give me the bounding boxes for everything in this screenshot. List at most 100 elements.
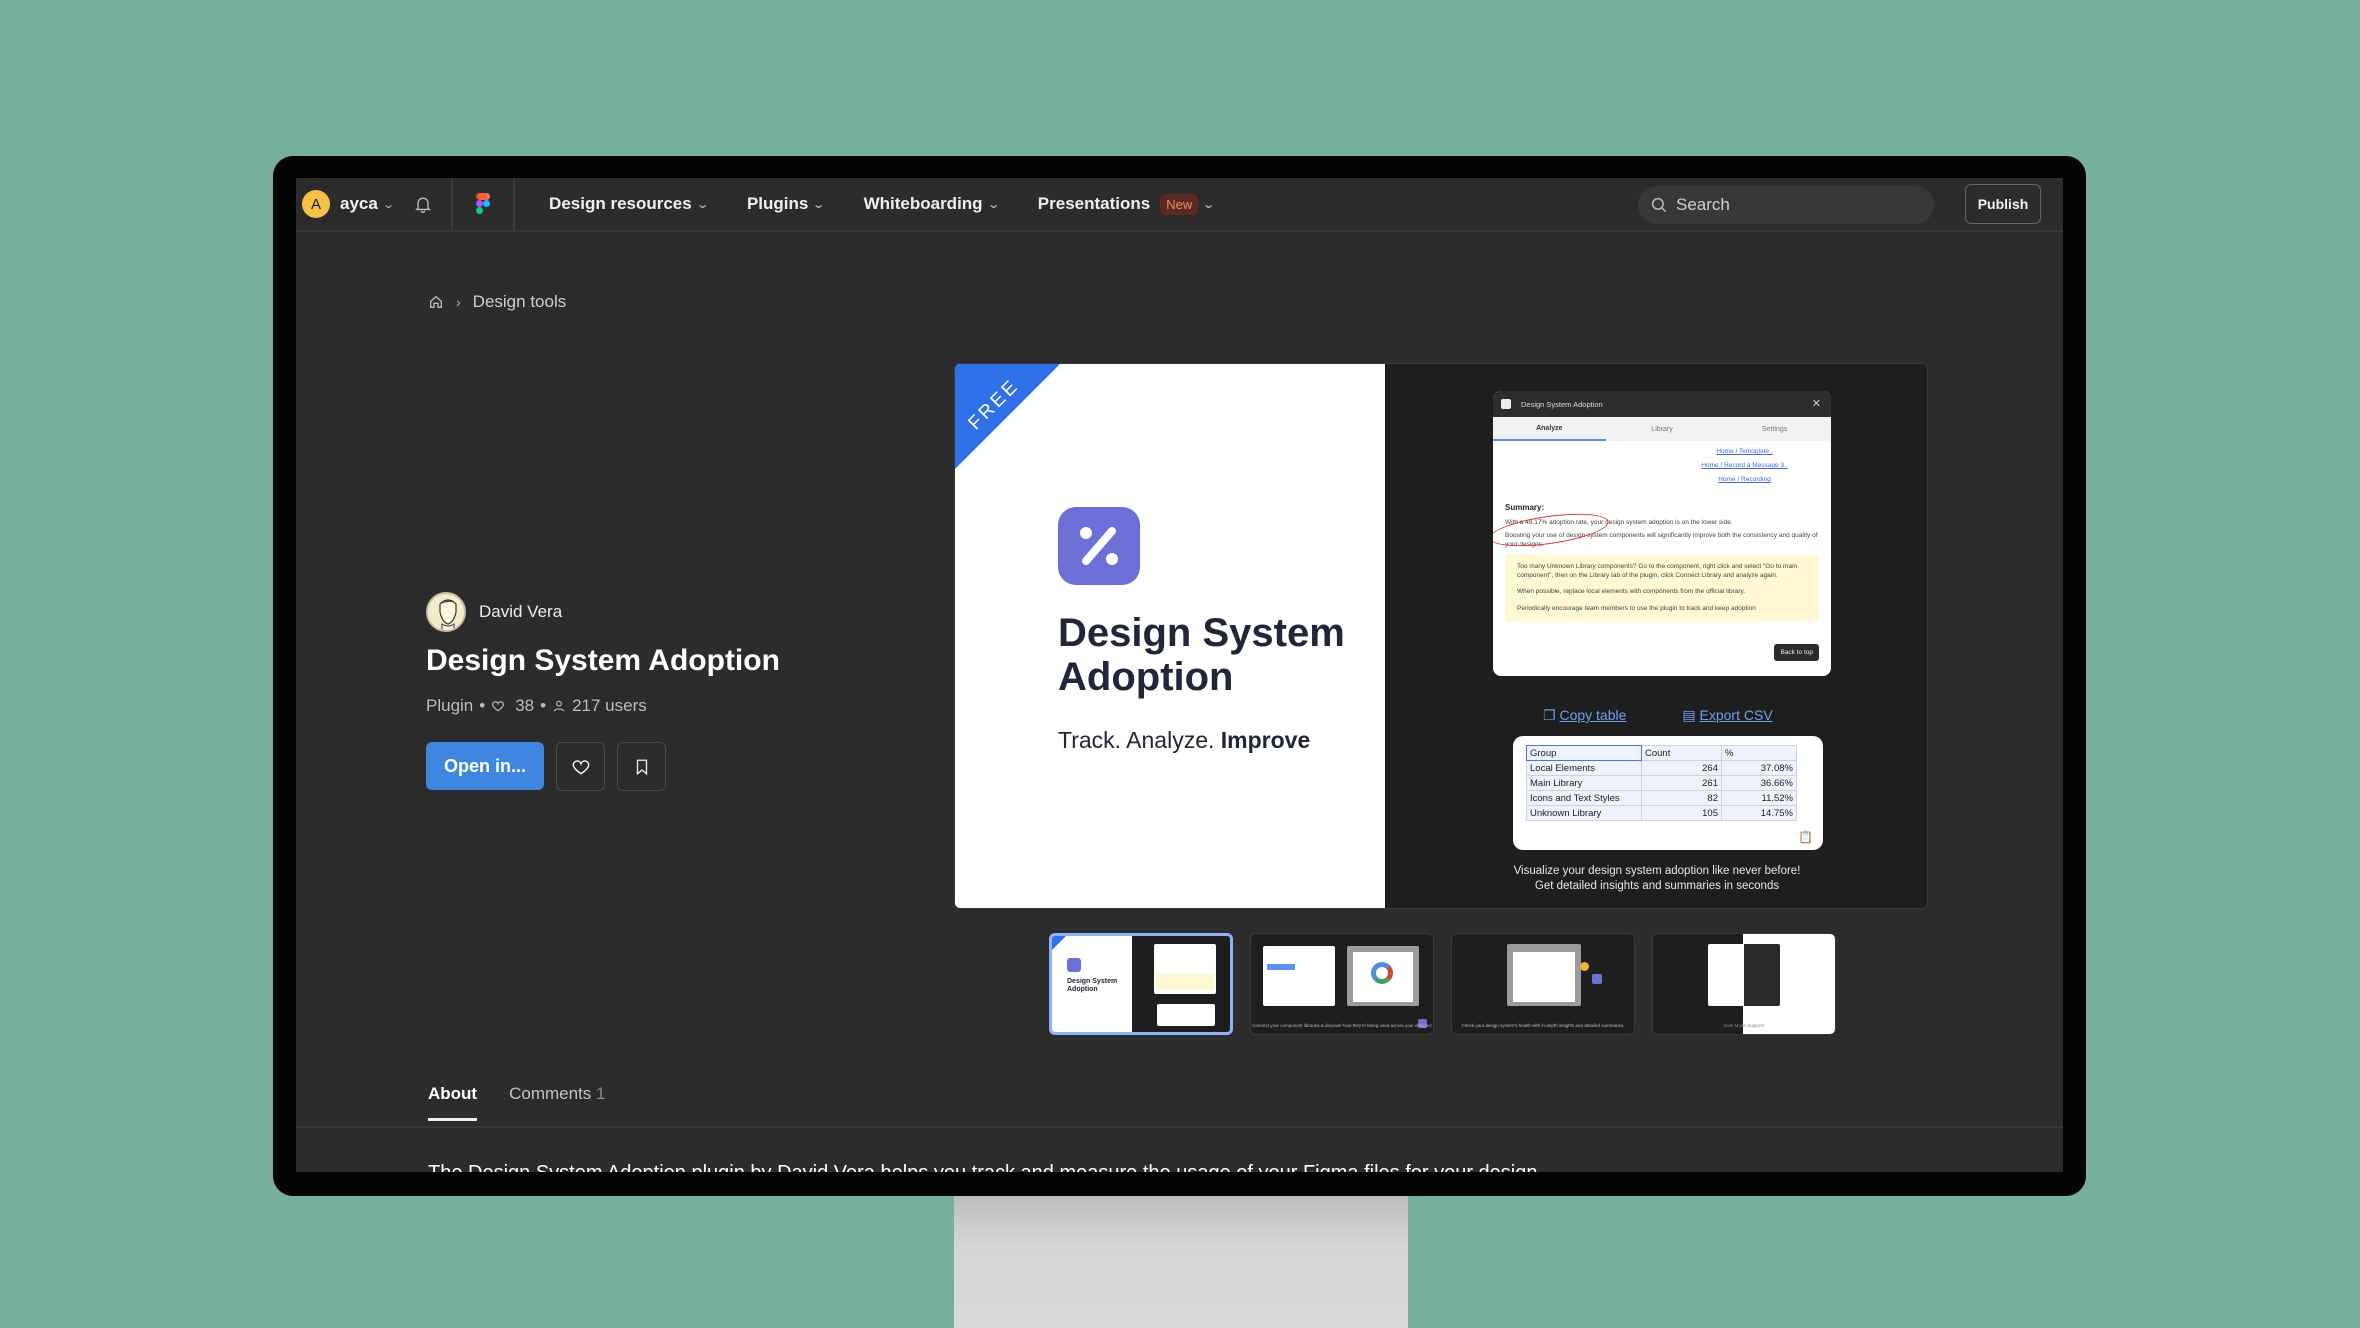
preview-image[interactable]: FREE Design System Adoption Track. Analy…: [954, 363, 1928, 909]
table-row: Main Library 261 36.66%: [1526, 775, 1797, 791]
thumb-yellow: [1156, 974, 1214, 990]
user-menu[interactable]: A ayca ⌄: [296, 178, 433, 230]
mockup-back-to-top: Back to top: [1774, 644, 1819, 661]
caption-line: Get detailed insights and summaries in s…: [1534, 880, 1780, 892]
table-header: Count: [1641, 745, 1722, 761]
tagline-bold: Improve: [1220, 727, 1311, 753]
table-actions: ❐ Copy table ▤ Export CSV: [1543, 707, 1773, 724]
table-cell: Main Library: [1526, 775, 1642, 791]
bookmark-icon: [636, 759, 647, 775]
thumb-modal: [1513, 952, 1575, 1002]
preview-cover: FREE Design System Adoption Track. Analy…: [955, 364, 1385, 908]
table-cell: 37.08%: [1721, 760, 1797, 776]
chevron-down-icon: ⌄: [381, 198, 395, 211]
monitor-stand: [954, 1190, 1408, 1328]
mockup-title: Design System Adoption: [1521, 399, 1603, 409]
bell-icon[interactable]: [413, 194, 433, 214]
mockup-summary-heading: Summary:: [1505, 503, 1545, 512]
thumb-ribbon: [1052, 936, 1066, 950]
thumb-window: [1708, 944, 1780, 1006]
author[interactable]: David Vera: [426, 592, 562, 632]
emoji-icon: [1580, 962, 1589, 971]
author-avatar[interactable]: [426, 592, 466, 632]
table-cell: 82: [1641, 790, 1722, 806]
thumb-title: Design System Adoption: [1067, 978, 1118, 993]
author-name[interactable]: David Vera: [479, 602, 562, 622]
chevron-down-icon: ⌄: [986, 198, 1000, 211]
search-input[interactable]: [1676, 195, 1916, 215]
mockup-link: Home / Recording: [1718, 476, 1771, 483]
plugin-title: Design System Adoption: [426, 644, 780, 677]
table-row: Icons and Text Styles 82 11.52%: [1526, 790, 1797, 806]
table-row: Local Elements 264 37.08%: [1526, 760, 1797, 776]
home-icon[interactable]: [428, 294, 444, 310]
preview-caption: Visualize your design system adoption li…: [1385, 864, 1927, 894]
export-csv-label: Export CSV: [1699, 707, 1773, 723]
thumb-caption: Check your design system's health with i…: [1461, 1023, 1625, 1028]
open-in-button[interactable]: Open in...: [426, 742, 544, 790]
author-portrait-icon: [439, 599, 457, 630]
heart-icon: [572, 759, 589, 775]
username[interactable]: ayca: [340, 194, 378, 214]
chevron-down-icon: ⌄: [812, 198, 826, 211]
search-bar[interactable]: [1638, 186, 1934, 224]
thumb-caption: Dark Mode Support!: [1723, 1023, 1765, 1028]
thumbnail-3[interactable]: Check your design system's health with i…: [1451, 933, 1635, 1035]
chevron-right-icon: ›: [456, 294, 461, 310]
nav-link-label: Design resources: [549, 194, 692, 213]
clipboard-icon: 📋: [1798, 830, 1813, 844]
content-tabs: About Comments 1: [428, 1084, 605, 1121]
donut-chart-icon: [1371, 962, 1393, 984]
mockup-tips: Too many Unknown Library components? Go …: [1505, 555, 1819, 621]
percent-logo-icon: [1067, 958, 1081, 972]
copy-table-action: ❐ Copy table: [1543, 707, 1627, 723]
likes-count: 38: [515, 696, 535, 715]
breadcrumb-design-tools[interactable]: Design tools: [473, 292, 567, 312]
user-icon: [553, 700, 565, 712]
thumbnail-2[interactable]: Connect your component libraries & disco…: [1250, 933, 1434, 1035]
preview-screenshot: Design System Adoption ✕ Analyze Library…: [1385, 364, 1927, 908]
caption-line: Visualize your design system adoption li…: [1513, 865, 1801, 877]
tab-about[interactable]: About: [428, 1084, 478, 1121]
bookmark-button[interactable]: [617, 742, 666, 791]
table-cell: 14.75%: [1721, 805, 1797, 821]
top-navigation: A ayca ⌄ Design resources ⌄ Plugins ⌄ Wh…: [296, 178, 2063, 232]
nav-divider: [513, 178, 516, 231]
mockup-links: Home / Temoplate , Home / Record a Messa…: [1670, 445, 1819, 487]
thumbnail-1[interactable]: Design System Adoption: [1049, 933, 1233, 1035]
thumbnail-strip: Design System Adoption Connect your comp…: [1049, 933, 1836, 1035]
nav-whiteboarding[interactable]: Whiteboarding ⌄: [863, 194, 1000, 214]
nav-design-resources[interactable]: Design resources ⌄: [549, 194, 709, 214]
adoption-table: Group Count % Local Elements 264 37.08% …: [1526, 745, 1797, 821]
heart-icon: [492, 701, 505, 712]
like-button[interactable]: [556, 742, 605, 791]
nav-link-label: Plugins: [746, 194, 809, 213]
tab-comments[interactable]: Comments 1: [509, 1084, 605, 1121]
nav-presentations[interactable]: Presentations New ⌄: [1038, 193, 1215, 215]
publish-button[interactable]: Publish: [1965, 184, 2041, 224]
table-cell: Unknown Library: [1526, 805, 1642, 821]
mockup-tabs: Analyze Library Settings: [1493, 417, 1831, 441]
table-cell: Local Elements: [1526, 760, 1642, 776]
plugin-window-mockup: Design System Adoption ✕ Analyze Library…: [1493, 391, 1831, 676]
thumb-sheet: [1157, 1004, 1215, 1026]
thumbnail-4[interactable]: Dark Mode Support!: [1652, 933, 1836, 1035]
mockup-tip: When possible, replace local elements wi…: [1517, 588, 1746, 595]
thumb-window: [1263, 946, 1335, 1006]
mockup-tab-analyze: Analyze: [1493, 417, 1606, 441]
preview-title: Design System Adoption: [1058, 611, 1345, 699]
spreadsheet-mockup: Group Count % Local Elements 264 37.08% …: [1513, 736, 1823, 850]
nav-link-label: Whiteboarding: [863, 194, 983, 213]
close-icon: ✕: [1811, 398, 1821, 410]
table-cell: Icons and Text Styles: [1526, 790, 1642, 806]
thumb-caption: Connect your component libraries & disco…: [1252, 1023, 1432, 1028]
mockup-tip: Too many Unknown Library components? Go …: [1517, 563, 1798, 579]
table-row: Unknown Library 105 14.75%: [1526, 805, 1797, 821]
user-avatar[interactable]: A: [302, 190, 330, 218]
tabs-divider: [296, 1126, 2063, 1128]
breadcrumb: › Design tools: [428, 292, 566, 312]
nav-plugins[interactable]: Plugins ⌄: [746, 194, 826, 214]
nav-links: Design resources ⌄ Plugins ⌄ Whiteboardi…: [549, 193, 1215, 215]
mockup-link: Home / Temoplate ,: [1716, 448, 1773, 455]
figma-logo-icon[interactable]: [453, 178, 513, 230]
